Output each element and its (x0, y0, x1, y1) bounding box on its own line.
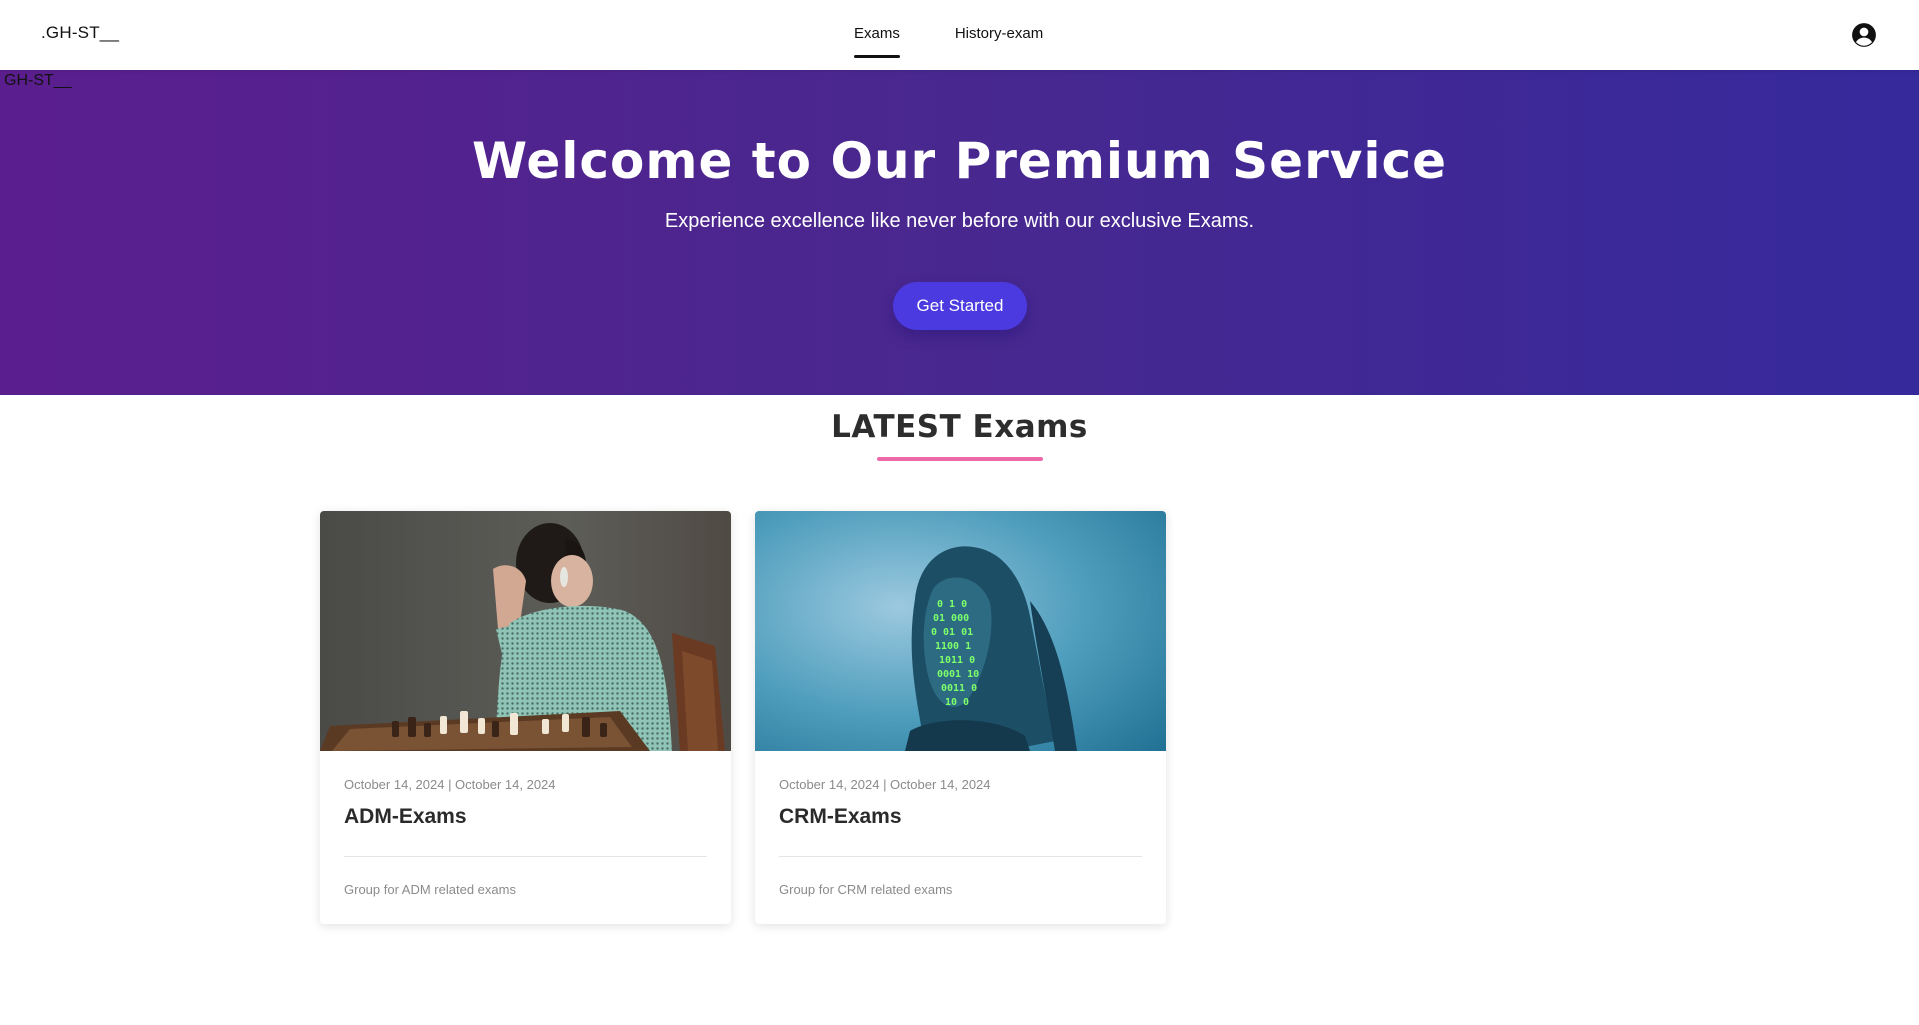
chess-player-image (320, 511, 731, 751)
hero-title: Welcome to Our Premium Service (471, 132, 1448, 190)
svg-text:0001 10: 0001 10 (937, 669, 979, 680)
hero-banner: Welcome to Our Premium Service Experienc… (0, 70, 1919, 395)
svg-text:0011 0: 0011 0 (941, 683, 977, 694)
main-nav: Exams History-exam (838, 0, 1082, 70)
card-date: October 14, 2024 | October 14, 2024 (344, 777, 556, 792)
card-description: Group for CRM related exams (779, 882, 953, 897)
brand-logo[interactable]: .GH-ST__ (41, 23, 119, 43)
top-navbar: .GH-ST__ Exams History-exam (0, 0, 1919, 70)
get-started-button[interactable]: Get Started (893, 282, 1027, 330)
tab-history-exam[interactable]: History-exam (939, 0, 1059, 66)
user-circle-icon[interactable] (1851, 22, 1877, 48)
hero-subtitle: Experience excellence like never before … (664, 210, 1255, 232)
card-divider (344, 856, 707, 857)
card-divider (779, 856, 1142, 857)
card-title[interactable]: CRM-Exams (779, 805, 902, 829)
svg-text:10 0: 10 0 (945, 697, 969, 708)
section-title-underline (877, 457, 1043, 461)
svg-text:1011 0: 1011 0 (939, 655, 975, 666)
tab-exams[interactable]: Exams (838, 0, 916, 66)
svg-text:0 1 0: 0 1 0 (937, 599, 967, 610)
brand-text-overlay: GH-ST__ (4, 72, 72, 89)
card-title[interactable]: ADM-Exams (344, 805, 467, 829)
svg-text:01 000: 01 000 (933, 613, 969, 624)
card-date: October 14, 2024 | October 14, 2024 (779, 777, 991, 792)
binary-projection-image: 0 1 0 01 000 0 01 01 1100 1 1011 0 0001 … (755, 511, 1166, 751)
section-title: LATEST Exams (831, 409, 1088, 445)
exam-card[interactable]: 0 1 0 01 000 0 01 01 1100 1 1011 0 0001 … (755, 511, 1166, 924)
svg-text:1100 1: 1100 1 (935, 641, 971, 652)
card-description: Group for ADM related exams (344, 882, 516, 897)
exam-card[interactable]: October 14, 2024 | October 14, 2024 ADM-… (320, 511, 731, 924)
svg-text:0 01 01: 0 01 01 (931, 627, 973, 638)
